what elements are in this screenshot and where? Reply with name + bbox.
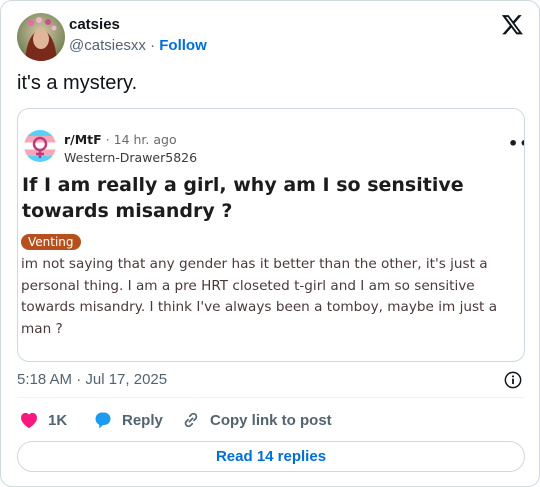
subreddit-icon[interactable] <box>23 129 57 163</box>
more-options-icon[interactable]: ••• <box>508 134 524 153</box>
author-name[interactable]: catsies <box>69 16 120 33</box>
heart-icon <box>21 412 37 428</box>
reply-label: Reply <box>122 411 163 429</box>
reply-button[interactable]: Reply <box>93 410 163 430</box>
copy-link-label: Copy link to post <box>210 411 332 429</box>
post-body: im not saying that any gender has it bet… <box>21 256 498 337</box>
subreddit-name[interactable]: r/MtF <box>64 132 102 147</box>
follow-button[interactable]: Follow <box>159 37 207 54</box>
reply-icon <box>95 412 111 429</box>
copy-link-button[interactable]: Copy link to post <box>181 410 332 430</box>
avatar[interactable] <box>17 13 65 61</box>
subreddit-line: r/MtF · 14 hr. ago <box>64 132 177 147</box>
tweet-card: catsies @catsiesxx · Follow it's a myste… <box>0 0 540 487</box>
x-logo-icon[interactable] <box>501 13 524 36</box>
handle-row: @catsiesxx · Follow <box>69 37 207 54</box>
info-icon[interactable] <box>504 371 522 389</box>
read-replies-label: Read 14 replies <box>215 448 327 465</box>
post-title[interactable]: If I am really a girl, why am I so sensi… <box>22 172 492 224</box>
like-button[interactable]: 1K <box>19 410 67 430</box>
author-handle[interactable]: @catsiesxx <box>69 37 146 54</box>
like-count: 1K <box>48 411 68 429</box>
separator-dot: · <box>150 37 156 54</box>
reddit-username[interactable]: Western-Drawer5826 <box>64 150 197 165</box>
read-replies-button[interactable]: Read 14 replies <box>17 441 525 472</box>
embedded-reddit-post[interactable]: r/MtF · 14 hr. ago Western-Drawer5826 ••… <box>17 108 525 362</box>
link-icon <box>184 412 198 428</box>
flair-badge: Venting <box>21 234 81 250</box>
post-age: · 14 hr. ago <box>105 132 177 147</box>
divider <box>17 397 525 398</box>
tweet-timestamp[interactable]: 5:18 AM · Jul 17, 2025 <box>17 371 167 388</box>
tweet-text: it's a mystery. <box>17 72 138 94</box>
